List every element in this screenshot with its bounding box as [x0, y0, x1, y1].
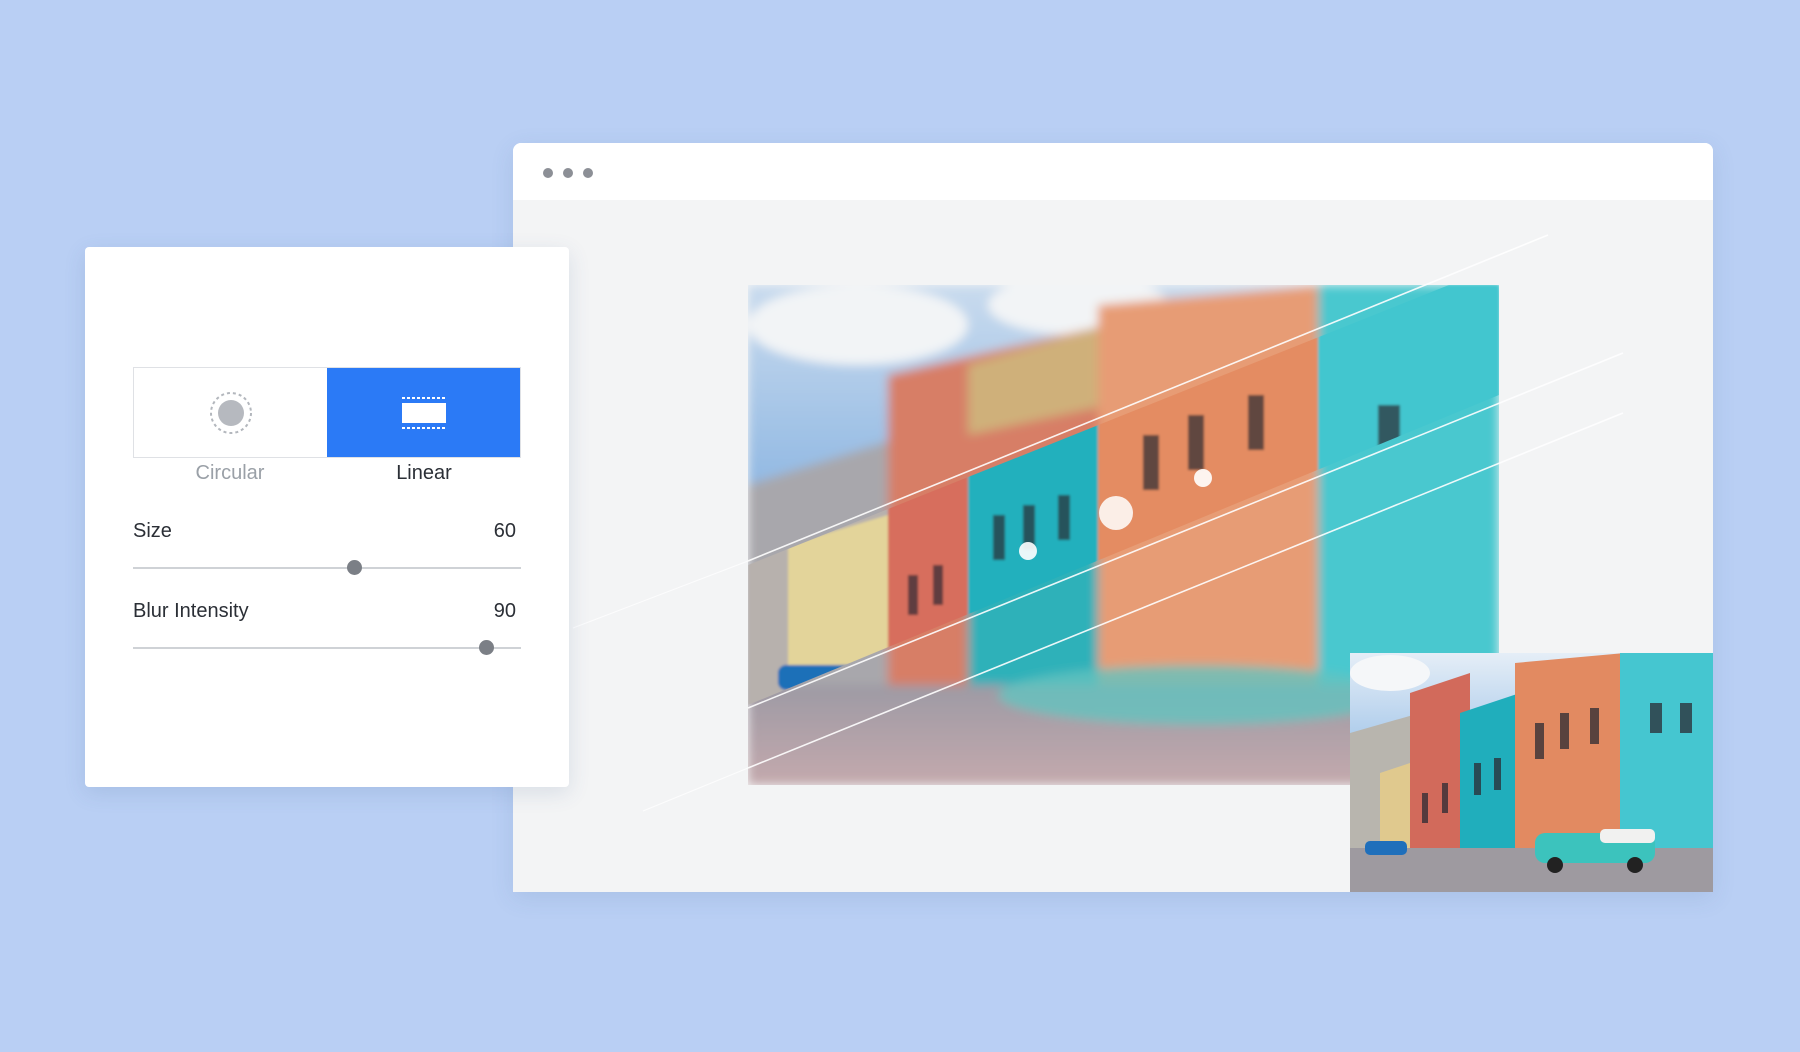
- blur-settings-panel: Circular Linear Size 60 Blur Intensity 9…: [85, 247, 569, 787]
- browser-window: [513, 143, 1713, 892]
- size-value: 60: [493, 520, 516, 542]
- linear-icon: [401, 396, 446, 429]
- window-controls: [543, 168, 593, 178]
- window-dot[interactable]: [543, 168, 553, 178]
- size-slider-row: Size 60: [133, 520, 521, 575]
- linear-mode-label: Linear: [396, 462, 452, 484]
- blur-intensity-value: 90: [493, 600, 516, 622]
- guide-extension: [642, 767, 749, 812]
- preview-image: [1350, 653, 1713, 892]
- browser-titlebar: [513, 143, 1713, 200]
- blur-intensity-slider-row: Blur Intensity 90: [133, 600, 521, 655]
- size-slider-track[interactable]: [133, 560, 521, 575]
- guide-extension: [572, 560, 749, 629]
- size-slider-thumb[interactable]: [347, 560, 363, 575]
- window-dot[interactable]: [563, 168, 573, 178]
- blur-intensity-slider-thumb[interactable]: [479, 640, 495, 655]
- blur-mode-toggle: [133, 367, 521, 458]
- preview-thumbnail[interactable]: [1350, 653, 1713, 892]
- blur-intensity-label: Blur Intensity: [133, 600, 249, 622]
- linear-mode-button[interactable]: [327, 368, 520, 457]
- circular-mode-label: Circular: [195, 462, 265, 484]
- circular-icon: [209, 391, 252, 434]
- size-label: Size: [133, 520, 172, 542]
- circular-mode-button[interactable]: [134, 368, 327, 457]
- blur-intensity-slider-track[interactable]: [133, 640, 521, 655]
- window-dot[interactable]: [583, 168, 593, 178]
